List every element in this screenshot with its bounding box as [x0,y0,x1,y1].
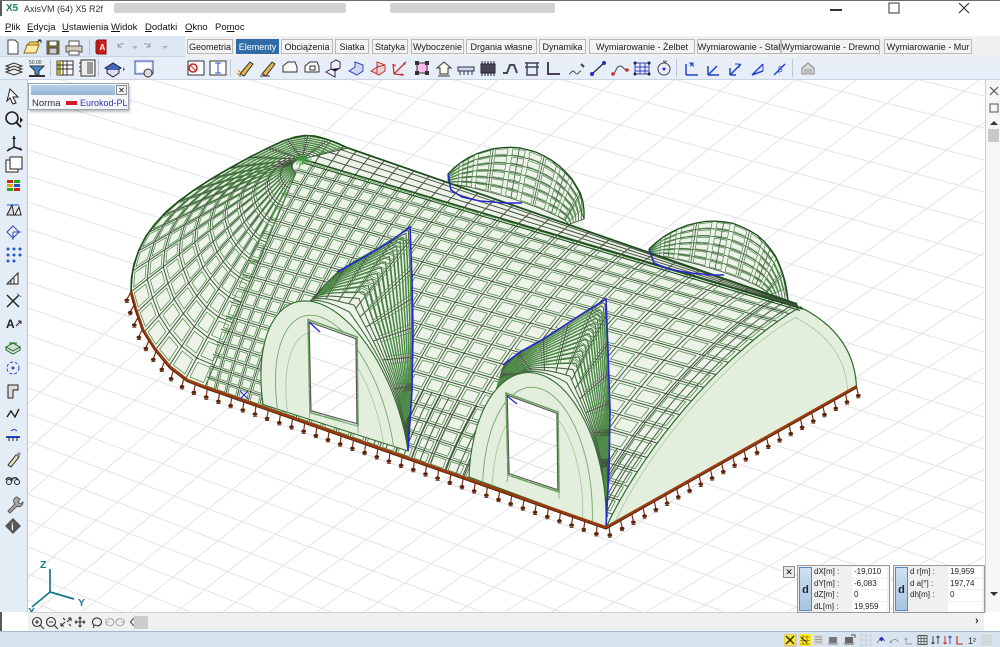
svg-text:A: A [100,43,106,52]
svg-text:Z: Z [40,559,47,571]
svg-text:A: A [6,317,15,331]
svg-text:Y: Y [78,597,85,609]
svg-text:50.00: 50.00 [29,60,42,66]
svg-text:1²: 1² [968,636,976,646]
svg-text:i: i [11,522,14,533]
svg-text:X5: X5 [6,3,19,13]
svg-text:β: β [778,65,783,74]
